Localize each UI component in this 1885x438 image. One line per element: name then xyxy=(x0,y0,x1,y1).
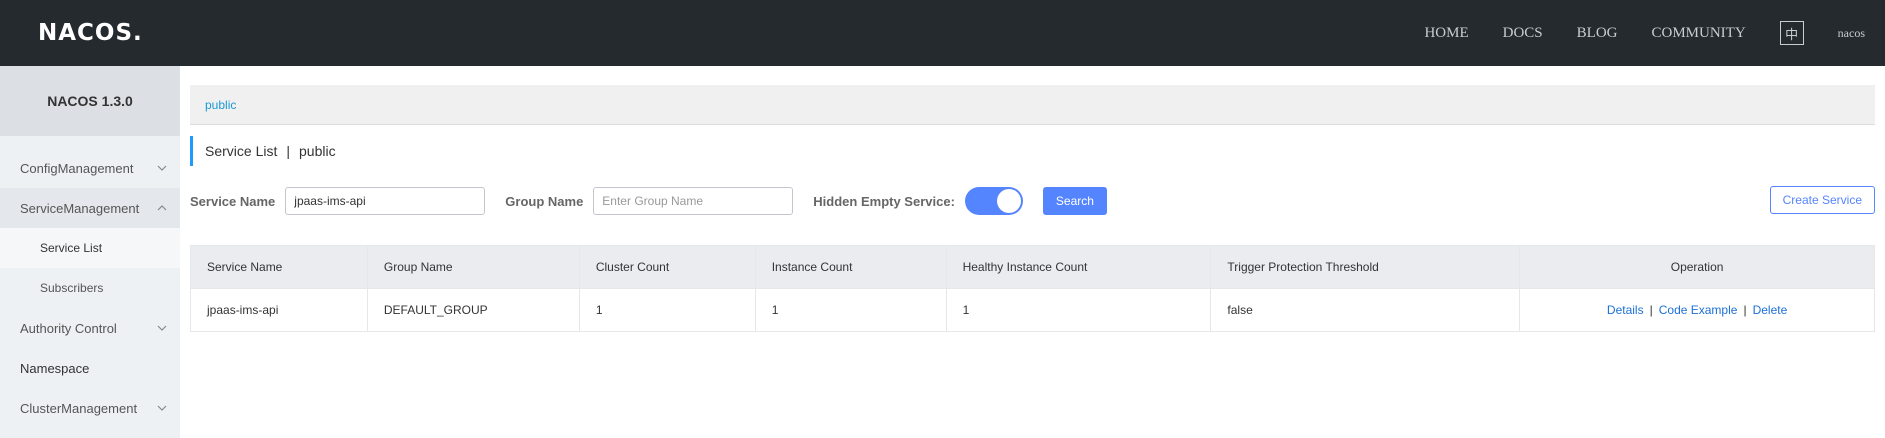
group-name-input[interactable] xyxy=(593,187,794,215)
cell-group-name: DEFAULT_GROUP xyxy=(366,288,580,332)
search-button[interactable]: Search xyxy=(1042,187,1107,215)
nav-community[interactable]: COMMUNITY xyxy=(1652,25,1746,42)
sidebar-item-label: Subscribers xyxy=(40,281,104,295)
sidebar-item-label: ServiceManagement xyxy=(20,200,140,216)
sidebar-item-label: ConfigManagement xyxy=(20,160,134,176)
code-example-link[interactable]: Code Example xyxy=(1659,303,1738,317)
col-healthy-instance-count: Healthy Instance Count xyxy=(945,245,1212,289)
hidden-empty-service-label: Hidden Empty Service: xyxy=(813,193,955,209)
top-navbar: NACOS. HOME DOCS BLOG COMMUNITY 中 nacos xyxy=(0,0,1885,66)
sidebar-item-label: Namespace xyxy=(20,360,90,376)
page-title: Service List | public xyxy=(190,136,336,166)
col-trigger-protection-threshold: Trigger Protection Threshold xyxy=(1210,245,1521,289)
sidebar-item-service-list[interactable]: Service List xyxy=(0,228,180,268)
cell-trigger-protection-threshold: false xyxy=(1210,288,1521,332)
chevron-down-icon xyxy=(156,162,168,174)
sidebar-title: NACOS 1.3.0 xyxy=(0,66,180,136)
title-separator: | xyxy=(286,143,290,159)
cell-service-name: jpaas-ims-api xyxy=(190,288,368,332)
page-title-text: Service List xyxy=(205,143,278,159)
sidebar-item-label: Service List xyxy=(40,241,103,255)
user-name[interactable]: nacos xyxy=(1838,26,1865,41)
create-service-button[interactable]: Create Service xyxy=(1769,186,1875,214)
sidebar-item-label: ClusterManagement xyxy=(20,400,138,416)
service-table: Service Name Group Name Cluster Count In… xyxy=(190,245,1875,332)
chevron-down-icon xyxy=(156,322,168,334)
filter-bar: Service Name Group Name Hidden Empty Ser… xyxy=(190,186,1875,216)
op-separator: | xyxy=(1743,303,1747,317)
service-name-label: Service Name xyxy=(190,193,276,209)
toggle-knob xyxy=(996,189,1021,213)
cell-cluster-count: 1 xyxy=(578,288,756,332)
cell-healthy-instance-count: 1 xyxy=(945,288,1212,332)
hidden-empty-service-toggle[interactable] xyxy=(964,187,1023,215)
page-title-namespace: public xyxy=(299,143,336,159)
service-name-input[interactable] xyxy=(285,187,486,215)
group-name-label: Group Name xyxy=(505,193,584,209)
chevron-down-icon xyxy=(156,402,168,414)
op-separator: | xyxy=(1649,303,1653,317)
main-content: public Service List | public Service Nam… xyxy=(190,85,1875,332)
col-group-name: Group Name xyxy=(366,245,580,289)
sidebar-item-config-management[interactable]: ConfigManagement xyxy=(0,148,180,188)
col-operation: Operation xyxy=(1519,245,1875,289)
logo-text: NACOS. xyxy=(38,20,143,46)
sidebar-item-cluster-management[interactable]: ClusterManagement xyxy=(0,388,180,428)
table-row: jpaas-ims-api DEFAULT_GROUP 1 1 1 false … xyxy=(190,288,1875,332)
col-service-name: Service Name xyxy=(190,245,368,289)
details-link[interactable]: Details xyxy=(1607,303,1644,317)
delete-link[interactable]: Delete xyxy=(1753,303,1788,317)
chevron-up-icon xyxy=(156,202,168,214)
namespace-link-public[interactable]: public xyxy=(205,98,236,112)
sidebar-item-namespace[interactable]: Namespace xyxy=(0,348,180,388)
language-switch-button[interactable]: 中 xyxy=(1779,21,1804,45)
col-cluster-count: Cluster Count xyxy=(578,245,756,289)
sidebar-item-label: Authority Control xyxy=(20,320,117,336)
top-nav: HOME DOCS BLOG COMMUNITY 中 nacos xyxy=(1424,0,1885,66)
nav-docs[interactable]: DOCS xyxy=(1503,25,1543,42)
sidebar-item-authority-control[interactable]: Authority Control xyxy=(0,308,180,348)
table-header-row: Service Name Group Name Cluster Count In… xyxy=(190,245,1875,289)
nav-home[interactable]: HOME xyxy=(1424,25,1468,42)
cell-instance-count: 1 xyxy=(754,288,947,332)
sidebar: NACOS 1.3.0 ConfigManagement ServiceMana… xyxy=(0,66,180,438)
namespace-bar: public xyxy=(190,85,1875,125)
nacos-logo[interactable]: NACOS. xyxy=(38,19,143,47)
sidebar-item-service-management[interactable]: ServiceManagement xyxy=(0,188,180,228)
sidebar-item-subscribers[interactable]: Subscribers xyxy=(0,268,180,308)
cell-operation: Details | Code Example | Delete xyxy=(1519,288,1875,332)
nav-blog[interactable]: BLOG xyxy=(1577,25,1618,42)
col-instance-count: Instance Count xyxy=(754,245,947,289)
